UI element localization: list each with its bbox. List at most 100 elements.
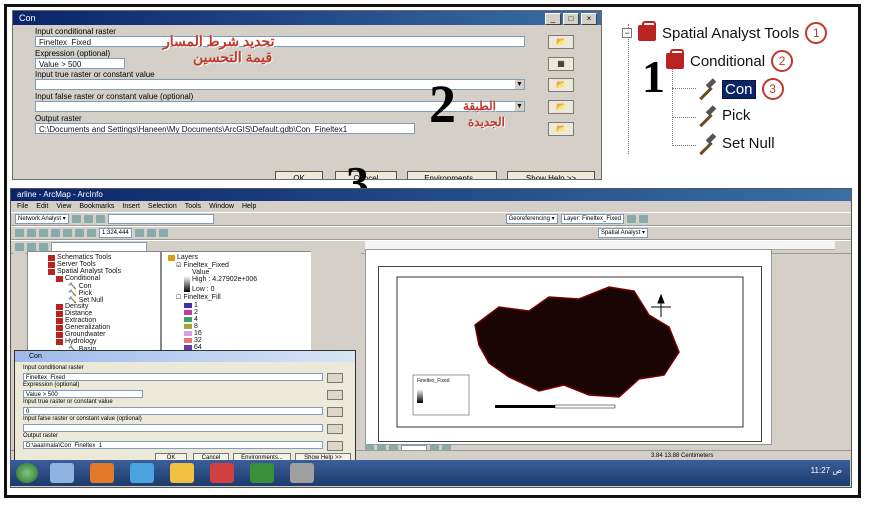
save-icon[interactable]: [39, 229, 48, 237]
toolbar-button[interactable]: [27, 243, 36, 251]
true-raster-input[interactable]: 0: [23, 407, 323, 415]
browse-button[interactable]: 📂: [548, 78, 574, 92]
add-data-icon[interactable]: [87, 229, 96, 237]
app-icon[interactable]: [90, 463, 114, 483]
layout-view[interactable]: Fineltex_Fixed: [365, 249, 772, 445]
browse-button[interactable]: 📂: [548, 35, 574, 49]
menu-file[interactable]: File: [17, 201, 28, 212]
collapse-icon[interactable]: −: [622, 28, 632, 38]
menu-window[interactable]: Window: [209, 201, 234, 212]
false-raster-input[interactable]: [23, 424, 323, 432]
open-icon[interactable]: [27, 229, 36, 237]
arcmap-taskbar-icon[interactable]: [290, 463, 314, 483]
ok-button[interactable]: OK: [275, 171, 323, 179]
con-dialog-small: Con Input conditional raster Fineltex_Fi…: [14, 350, 356, 464]
toolbar-button[interactable]: [15, 243, 24, 251]
app-icon[interactable]: [210, 463, 234, 483]
maximize-button[interactable]: □: [563, 13, 579, 25]
environments-button[interactable]: Environments...: [407, 171, 497, 179]
chevron-down-icon[interactable]: ▼: [515, 80, 524, 89]
menu-insert[interactable]: Insert: [122, 201, 140, 212]
conditional-raster-input[interactable]: Fineltex_Fixed: [23, 373, 323, 381]
menu-tools[interactable]: Tools: [185, 201, 201, 212]
chevron-down-icon[interactable]: ▼: [515, 102, 524, 111]
expression-input[interactable]: Value > 500: [35, 58, 125, 69]
close-button[interactable]: ×: [581, 13, 597, 25]
tree-item-pick[interactable]: Pick: [696, 107, 750, 124]
toolbox-item[interactable]: Server Tools: [48, 261, 96, 268]
toolbox-item[interactable]: Conditional: [56, 275, 100, 282]
layer-dropdown[interactable]: Layer: Fineltex_Fixed: [560, 214, 624, 224]
toolbox-item[interactable]: Density: [56, 303, 88, 310]
app-icon[interactable]: [250, 463, 274, 483]
toolbar-button[interactable]: [146, 229, 156, 237]
toolbox-item[interactable]: Schematics Tools: [48, 254, 111, 261]
tree-item-spatial-analyst[interactable]: − Spatial Analyst Tools 1: [622, 21, 828, 44]
spatial-analyst-dropdown[interactable]: Spatial Analyst ▾: [597, 228, 648, 238]
dialog-titlebar: Con _ □ ×: [13, 11, 601, 25]
browse-button[interactable]: 📂: [548, 100, 574, 114]
conditional-raster-input[interactable]: Fineltex_Fixed: [35, 36, 525, 47]
toolbar-button[interactable]: [95, 215, 105, 223]
menu-view[interactable]: View: [56, 201, 71, 212]
browse-button[interactable]: [327, 373, 343, 383]
toolbox-item[interactable]: Groundwater: [56, 331, 105, 338]
browse-button[interactable]: [327, 407, 343, 417]
arcmap-title: arline - ArcMap - ArcInfo: [11, 189, 851, 201]
toolbar-button[interactable]: [134, 229, 144, 237]
taskbar: 11:27 ص: [10, 460, 850, 486]
start-button[interactable]: [16, 463, 38, 483]
scale-dropdown[interactable]: 1:324,444: [99, 228, 132, 238]
toolbox-icon: [56, 275, 63, 282]
toolbox-item[interactable]: Generalization: [56, 324, 110, 331]
toolbox-icon: [56, 324, 63, 331]
browse-button[interactable]: [327, 441, 343, 451]
browse-button[interactable]: [327, 424, 343, 434]
toolbox-item[interactable]: Extraction: [56, 317, 96, 324]
step-badge: 1: [805, 22, 828, 44]
menu-bar: File Edit View Bookmarks Insert Selectio…: [11, 201, 851, 212]
show-help-button[interactable]: Show Help >>: [507, 171, 595, 179]
output-raster-input[interactable]: C:\Documents and Settings\Haneen\My Docu…: [35, 123, 415, 134]
minimize-button[interactable]: _: [545, 13, 561, 25]
menu-help[interactable]: Help: [242, 201, 256, 212]
toc-layers[interactable]: Layers: [168, 254, 198, 261]
table-of-contents: Layers ☑ Fineltex_Fixed Value High : 4.27…: [161, 251, 313, 353]
tree-item-set-null[interactable]: Set Null: [696, 135, 775, 152]
sql-button[interactable]: [327, 390, 343, 400]
toolbar-field[interactable]: [107, 214, 214, 224]
toolbox-icon: [56, 303, 63, 310]
toolbar-button[interactable]: [639, 215, 648, 223]
browse-button[interactable]: 📂: [548, 122, 574, 136]
menu-bookmarks[interactable]: Bookmarks: [79, 201, 114, 212]
menu-selection[interactable]: Selection: [148, 201, 177, 212]
toolbar-button[interactable]: [158, 229, 168, 237]
copy-icon[interactable]: [75, 229, 84, 237]
toc-layer[interactable]: ☐ Fineltex_Fill: [176, 294, 221, 301]
cut-icon[interactable]: [63, 229, 72, 237]
toolbox-item[interactable]: Distance: [56, 310, 92, 317]
tree-item-con[interactable]: Con 3: [696, 78, 784, 100]
toolbar-button[interactable]: [627, 215, 636, 223]
expression-input[interactable]: Value > 500: [23, 390, 143, 398]
toolbar-button[interactable]: [71, 215, 81, 223]
toc-value-label: Value: [192, 269, 210, 276]
toolbar-button[interactable]: [83, 215, 93, 223]
folder-icon[interactable]: [170, 463, 194, 483]
menu-edit[interactable]: Edit: [36, 201, 48, 212]
explorer-icon[interactable]: [50, 463, 74, 483]
tree-item-conditional[interactable]: Conditional 2: [666, 49, 794, 72]
browser-icon[interactable]: [130, 463, 154, 483]
toolbox-item[interactable]: Spatial Analyst Tools: [48, 268, 121, 275]
toolbar-button[interactable]: [39, 243, 48, 251]
output-raster-input[interactable]: D:\aaa\mala\Con_Fineltex_1: [23, 441, 323, 449]
toolbox-item[interactable]: Hydrology: [56, 338, 97, 345]
toc-layer[interactable]: ☑ Fineltex_Fixed: [176, 262, 229, 269]
network-analyst-dropdown[interactable]: Network Analyst ▾: [15, 214, 69, 224]
georeferencing-dropdown[interactable]: Georeferencing ▾: [505, 214, 558, 224]
toolbox-icon: [56, 317, 63, 324]
sql-button[interactable]: ▦: [548, 57, 574, 71]
new-icon[interactable]: [15, 229, 24, 237]
tree-label: Conditional: [690, 52, 766, 70]
print-icon[interactable]: [51, 229, 60, 237]
